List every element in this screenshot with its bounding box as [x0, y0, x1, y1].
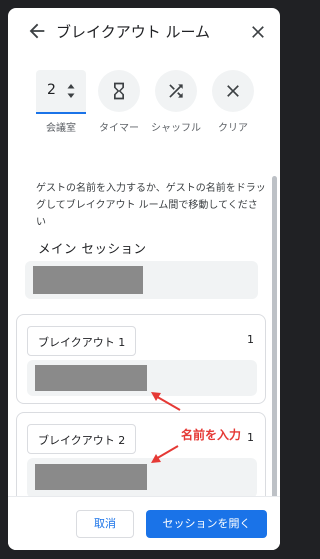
- hourglass-icon: [114, 82, 124, 100]
- annotation-text: 名前を入力: [181, 428, 242, 442]
- room-count-1: 1: [247, 333, 254, 346]
- cancel-button[interactable]: 取消: [76, 510, 134, 538]
- shuffle-icon: [169, 84, 183, 98]
- panel-footer: 取消 セッションを開く: [8, 496, 280, 550]
- close-icon[interactable]: [248, 22, 268, 42]
- panel-header: ブレイクアウト ルーム: [8, 8, 280, 58]
- clear-x-icon: [227, 85, 239, 97]
- main-session-dropzone[interactable]: [25, 261, 258, 299]
- main-session-label: メイン セッション: [38, 241, 147, 256]
- redacted-participant-name[interactable]: [35, 365, 147, 391]
- redacted-participant-name[interactable]: [35, 464, 147, 490]
- shuffle-label: シャッフル: [151, 123, 201, 134]
- breakout-rooms-panel: ブレイクアウト ルーム 2 会議室 タイマー シャッフル クリア ゲストの名前を…: [8, 8, 280, 550]
- room-name-input-1[interactable]: ブレイクアウト 1: [27, 326, 137, 356]
- room-count-2: 1: [247, 431, 254, 444]
- tools-row: 2 会議室 タイマー シャッフル クリア: [8, 70, 280, 160]
- scrollbar-thumb[interactable]: [272, 176, 277, 506]
- redacted-participant-name[interactable]: [33, 266, 143, 294]
- help-text: ゲストの名前を入力するか、ゲストの名前をドラッグしてブレイクアウト ルーム間で移…: [36, 183, 266, 228]
- room-dropzone-1[interactable]: [27, 360, 257, 396]
- timer-label: タイマー: [99, 123, 139, 134]
- shuffle-button[interactable]: [155, 70, 197, 112]
- spinner-arrows-icon[interactable]: [66, 82, 76, 100]
- clear-button[interactable]: [212, 70, 254, 112]
- room-count-stepper[interactable]: 2: [36, 70, 86, 114]
- room-count-value: 2: [47, 82, 56, 98]
- back-arrow-icon[interactable]: [26, 20, 48, 42]
- clear-label: クリア: [218, 123, 248, 134]
- room-count-label: 会議室: [46, 123, 76, 134]
- open-sessions-button[interactable]: セッションを開く: [146, 510, 267, 538]
- panel-title: ブレイクアウト ルーム: [56, 23, 211, 41]
- timer-button[interactable]: [98, 70, 140, 112]
- room-name-input-2[interactable]: ブレイクアウト 2: [27, 424, 137, 454]
- room-dropzone-2[interactable]: [27, 458, 257, 498]
- room-card-1: ブレイクアウト 1 1: [16, 314, 266, 404]
